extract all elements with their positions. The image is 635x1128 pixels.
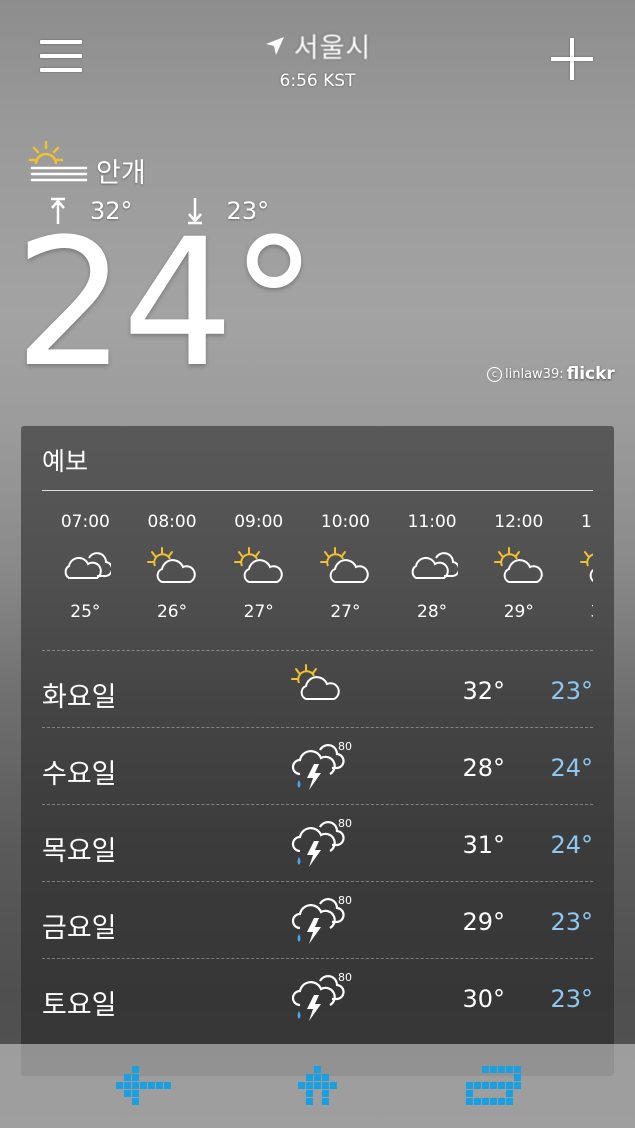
day-low: 24° — [550, 754, 593, 782]
hour-temp: 27° — [330, 602, 361, 622]
hour-temp: 29° — [503, 602, 534, 622]
day-high: 30° — [462, 985, 505, 1013]
precip-chance: 80 — [338, 971, 352, 984]
day-low: 23° — [550, 908, 593, 936]
day-high: 28° — [462, 754, 505, 782]
precip-chance: 80 — [338, 740, 352, 753]
day-name: 목요일 — [42, 836, 117, 867]
credit-user: linlaw39: — [505, 366, 564, 382]
forecast-title: 예보 — [42, 447, 89, 476]
daily-row: 수요일 80 28° 24° — [42, 727, 593, 804]
hourly-forecast[interactable]: 07:00 25° 08:00 26° 09:00 27° 10:00 27° 11:00 28°… — [42, 512, 593, 632]
day-name: 금요일 — [42, 913, 117, 944]
daily-forecast: 화요일 32° 23° 수요일 80 28° 24° 목요일 80 31° 24° 금요일 80 29° 2… — [42, 650, 593, 1035]
precip-chance: 80 — [338, 817, 352, 830]
credit-brand: flickr — [566, 364, 615, 384]
hourly-item: 12:00 29° — [475, 512, 562, 632]
condition-text: 안개 — [96, 158, 146, 189]
day-low: 23° — [550, 985, 593, 1013]
home-button[interactable] — [288, 1062, 358, 1112]
day-name: 토요일 — [42, 990, 117, 1021]
local-time: 6:56 KST — [279, 71, 356, 91]
hour-temp: 26° — [156, 602, 188, 622]
day-high: 29° — [462, 908, 505, 936]
add-location-button[interactable] — [551, 38, 593, 80]
recent-apps-icon — [466, 1066, 521, 1105]
forecast-panel: 예보 07:00 25° 08:00 26° 09:00 27° 10:00 27° 11:00… — [21, 426, 614, 1076]
hourly-item: 10:00 27° — [302, 512, 389, 632]
partly-cloudy-icon — [290, 663, 350, 717]
day-name: 화요일 — [42, 682, 117, 713]
partly-cloudy-icon — [475, 536, 562, 596]
hour-time: 09:00 — [234, 512, 284, 532]
hour-time: 07:00 — [60, 512, 110, 532]
system-nav-bar — [0, 1044, 635, 1128]
hour-temp: 27° — [243, 602, 274, 622]
recent-apps-button[interactable] — [462, 1062, 532, 1112]
cloudy-icon — [389, 536, 476, 596]
hourly-item: 09:00 27° — [215, 512, 302, 632]
app-header: 서울시 6:56 KST — [0, 0, 635, 110]
hour-temp: 28° — [417, 602, 448, 622]
divider — [42, 490, 593, 491]
hour-time: 11:00 — [407, 512, 457, 532]
hour-time: 12:00 — [494, 512, 544, 532]
day-name: 수요일 — [42, 759, 117, 790]
back-button[interactable] — [112, 1062, 182, 1112]
temp-value: 24 — [14, 201, 234, 406]
partly-cloudy-icon — [129, 536, 216, 596]
partly-cloudy-icon — [302, 536, 389, 596]
day-low: 23° — [550, 677, 593, 705]
hourly-item: 07:00 25° — [42, 512, 129, 632]
hour-temp: 25° — [70, 602, 101, 622]
hour-time: 13:00 — [580, 512, 593, 532]
daily-row: 화요일 32° 23° — [42, 650, 593, 727]
hour-time: 10:00 — [320, 512, 370, 532]
location-block[interactable]: 서울시 6:56 KST — [0, 26, 635, 91]
back-arrow-icon — [116, 1066, 171, 1105]
partly-cloudy-icon — [562, 536, 593, 596]
hour-temp: 30° — [562, 602, 593, 622]
current-temperature: 24° — [14, 216, 318, 392]
copyright-icon: c — [487, 366, 502, 382]
day-low: 24° — [550, 831, 593, 859]
day-high: 31° — [462, 831, 505, 859]
daily-row: 토요일 80 30° 23° — [42, 958, 593, 1035]
degree-symbol: ° — [229, 201, 318, 406]
cloudy-icon — [42, 536, 129, 596]
fog-icon — [28, 140, 90, 190]
day-high: 32° — [462, 677, 505, 705]
daily-row: 금요일 80 29° 23° — [42, 881, 593, 958]
precip-chance: 80 — [338, 894, 352, 907]
hour-time: 08:00 — [147, 512, 197, 532]
location-arrow-icon — [264, 35, 286, 57]
hourly-item: 13:00 30° — [562, 512, 593, 632]
hourly-item: 08:00 26° — [129, 512, 216, 632]
partly-cloudy-icon — [215, 536, 302, 596]
home-icon — [298, 1066, 337, 1105]
location-name: 서울시 — [293, 33, 372, 64]
daily-row: 목요일 80 31° 24° — [42, 804, 593, 881]
photo-credit[interactable]: c linlaw39: flickr — [487, 364, 615, 384]
hourly-item: 11:00 28° — [389, 512, 476, 632]
current-condition: 안개 — [28, 140, 146, 190]
